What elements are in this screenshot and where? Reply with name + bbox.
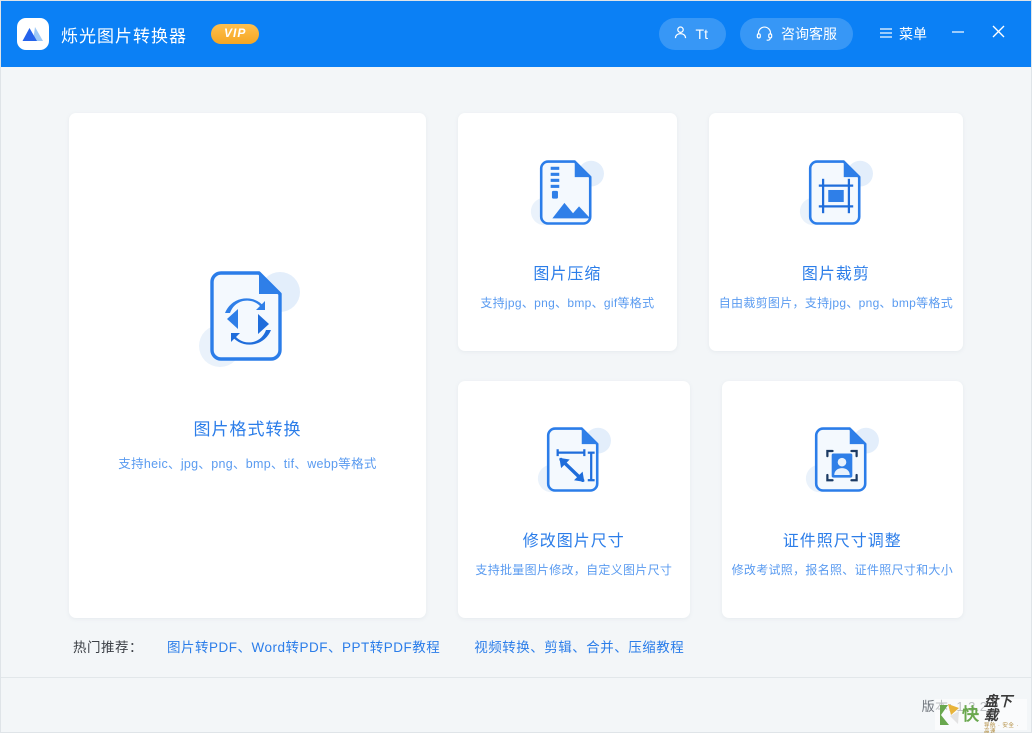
card-title: 图片格式转换 [193,419,302,439]
close-icon [991,24,1006,44]
card-title: 修改图片尺寸 [522,533,625,551]
hamburger-icon [879,26,893,42]
vip-badge[interactable]: VIP [211,23,260,45]
app-title: 烁光图片转换器 [61,26,187,46]
watermark-sub-label: 导航 · 安全 · 高速 [984,723,1019,733]
secondary-columns: 图片压缩 支持jpg、png、bmp、gif等格式 图片裁剪 自由裁剪图片，支持… [458,113,963,618]
watermark-kuai-label: 快 [962,705,979,724]
header-actions: Tt 咨询客服 菜单 [658,18,1013,50]
featured-column: 图片格式转换 支持heic、jpg、png、bmp、tif、webp等格式 [69,113,426,618]
window-controls: 菜单 [873,20,1013,48]
image-compress-icon [524,153,610,244]
card-subtitle: 支持批量图片修改，自定义图片尺寸 [475,563,673,578]
minimize-icon [951,25,965,43]
card-subtitle: 支持jpg、png、bmp、gif等格式 [480,295,655,310]
status-bar: 版本: 1.3.2.2 [1,677,1031,732]
app-branding: 烁光图片转换器 VIP [17,18,260,50]
watermark: 快 盘下载 导航 · 安全 · 高速 [935,694,1027,733]
watermark-k-icon [938,702,962,728]
hot-recommend-bar: 热门推荐： 图片转PDF、Word转PDF、PPT转PDF教程 视频转换、剪辑、… [69,618,963,674]
close-button[interactable] [983,20,1013,48]
image-format-convert-icon [188,260,308,385]
menu-label: 菜单 [899,26,927,42]
application-window: 烁光图片转换器 VIP Tt 咨询客服 菜单 图片格式转换 支持heic、jpg… [0,0,1032,733]
card-image-resize[interactable]: 修改图片尺寸 支持批量图片修改，自定义图片尺寸 [458,380,690,618]
id-photo-icon [799,420,885,511]
headset-icon [756,25,773,44]
image-crop-icon [793,153,879,244]
card-title: 图片压缩 [533,265,602,283]
card-id-photo[interactable]: 证件照尺寸调整 修改考试照，报名照、证件照尺寸和大小 [721,380,963,618]
card-title: 证件照尺寸调整 [782,533,902,551]
menu-button[interactable]: 菜单 [873,20,933,48]
minimize-button[interactable] [943,20,973,48]
card-image-compress[interactable]: 图片压缩 支持jpg、png、bmp、gif等格式 [458,113,677,351]
hot-recommend-label: 热门推荐： [73,640,143,655]
main-content: 图片格式转换 支持heic、jpg、png、bmp、tif、webp等格式 图片… [1,67,1031,677]
card-subtitle: 支持heic、jpg、png、bmp、tif、webp等格式 [118,456,377,471]
feature-grid: 图片格式转换 支持heic、jpg、png、bmp、tif、webp等格式 图片… [69,113,963,618]
recommend-link-pdf[interactable]: 图片转PDF、Word转PDF、PPT转PDF教程 [167,636,440,656]
recommend-link-video[interactable]: 视频转换、剪辑、合并、压缩教程 [474,636,684,656]
user-name-label: Tt [695,26,708,42]
mountain-logo-icon [17,18,49,50]
watermark-main-label: 盘下载 [984,693,1012,723]
feature-row-bottom: 修改图片尺寸 支持批量图片修改，自定义图片尺寸 证件照尺寸调整 修改考试照，报名… [458,380,963,618]
card-image-crop[interactable]: 图片裁剪 自由裁剪图片，支持jpg、png、bmp等格式 [708,113,963,351]
card-subtitle: 自由裁剪图片，支持jpg、png、bmp等格式 [718,295,953,310]
title-bar: 烁光图片转换器 VIP Tt 咨询客服 菜单 [1,1,1031,67]
card-title: 图片裁剪 [801,265,870,283]
card-subtitle: 修改考试照，报名照、证件照尺寸和大小 [731,563,953,578]
image-resize-icon [531,420,617,511]
feature-row-top: 图片压缩 支持jpg、png、bmp、gif等格式 图片裁剪 自由裁剪图片，支持… [458,113,963,351]
user-account-button[interactable]: Tt [658,18,726,50]
support-button[interactable]: 咨询客服 [740,18,853,50]
card-image-format-convert[interactable]: 图片格式转换 支持heic、jpg、png、bmp、tif、webp等格式 [69,113,426,618]
support-label: 咨询客服 [781,26,837,42]
watermark-text: 盘下载 导航 · 安全 · 高速 [984,694,1024,733]
user-icon [673,25,688,43]
